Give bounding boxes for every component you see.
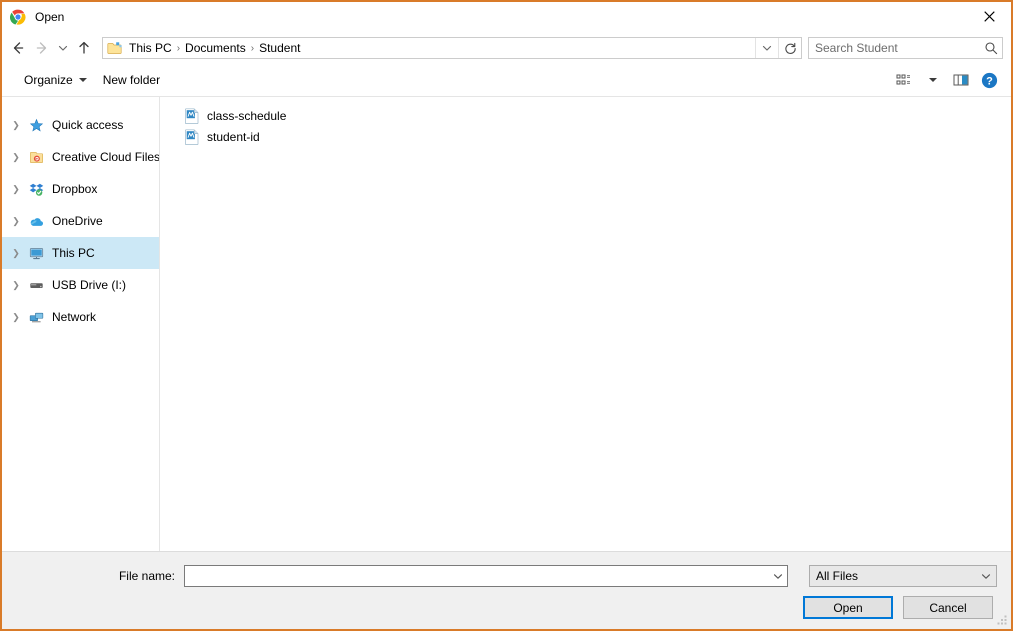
svg-text:?: ? [986, 75, 993, 87]
address-bar-row: This PC › Documents › Student [2, 32, 1011, 64]
sidebar-item-network[interactable]: ❯ Network [2, 301, 159, 333]
recent-locations-button[interactable] [54, 36, 72, 60]
creative-cloud-icon [28, 149, 44, 165]
arrow-right-icon [36, 42, 47, 54]
file-type-value: All Files [816, 569, 859, 583]
star-icon [28, 117, 44, 133]
monitor-icon [28, 245, 44, 261]
sidebar-item-onedrive[interactable]: ❯ OneDrive [2, 205, 159, 237]
refresh-button[interactable] [778, 38, 801, 58]
chevron-right-icon[interactable]: ❯ [8, 248, 24, 259]
folder-icon [107, 40, 123, 56]
search-box[interactable] [808, 37, 1003, 59]
view-layout-icon [896, 74, 910, 85]
chevron-down-icon [58, 45, 68, 51]
back-button[interactable] [6, 36, 30, 60]
sidebar-item-this-pc[interactable]: ❯ This PC [2, 237, 159, 269]
chrome-icon [9, 9, 26, 25]
preview-pane-icon [953, 74, 969, 86]
preview-pane-button[interactable] [947, 68, 975, 92]
list-item[interactable]: class-schedule [180, 105, 400, 126]
file-list[interactable]: class-schedule student-id [160, 97, 1011, 551]
chevron-down-icon[interactable] [769, 570, 787, 582]
navigation-pane: ❯ Quick access ❯ Creative Cloud Files ❯ … [2, 97, 160, 551]
sidebar-item-creative-cloud-files[interactable]: ❯ Creative Cloud Files [2, 141, 159, 173]
sidebar-item-label: OneDrive [52, 214, 103, 228]
open-file-dialog: Open This PC › Documents › Student Searc… [0, 0, 1013, 631]
breadcrumb-item-1[interactable]: Documents [181, 41, 250, 55]
dropbox-icon [28, 181, 44, 197]
file-name-label: File name: [118, 569, 175, 583]
chevron-right-icon[interactable]: ❯ [8, 312, 24, 323]
sidebar-item-usb-drive[interactable]: ❯ USB Drive (I:) [2, 269, 159, 301]
address-bar[interactable]: This PC › Documents › Student [102, 37, 802, 59]
list-item[interactable]: student-id [180, 126, 400, 147]
dialog-body: ❯ Quick access ❯ Creative Cloud Files ❯ … [2, 97, 1011, 551]
file-name-combobox[interactable] [184, 565, 788, 587]
chevron-right-icon[interactable]: ❯ [8, 152, 24, 163]
cancel-button[interactable]: Cancel [903, 596, 993, 619]
close-button[interactable] [967, 2, 1011, 31]
file-name-input[interactable] [185, 568, 769, 584]
title-bar: Open [2, 2, 1011, 32]
view-layout-button[interactable] [891, 68, 919, 92]
word-document-icon [184, 128, 200, 145]
breadcrumb-item-0[interactable]: This PC [125, 41, 176, 55]
sidebar-item-dropbox[interactable]: ❯ Dropbox [2, 173, 159, 205]
onedrive-cloud-icon [28, 213, 44, 229]
file-type-select[interactable]: All Files [809, 565, 997, 587]
network-icon [28, 309, 44, 325]
chevron-right-icon[interactable]: ❯ [8, 280, 24, 291]
new-folder-button[interactable]: New folder [95, 69, 168, 91]
chevron-down-icon [78, 78, 87, 82]
word-document-icon [184, 107, 200, 124]
up-button[interactable] [72, 36, 96, 60]
chevron-down-icon [762, 45, 772, 51]
dialog-footer: File name: All Files Open Cancel [2, 551, 1011, 629]
refresh-icon [784, 42, 796, 54]
sidebar-item-label: Dropbox [52, 182, 98, 196]
organize-button[interactable]: Organize [16, 69, 95, 91]
close-icon [983, 11, 995, 22]
sidebar-item-label: Network [52, 310, 97, 324]
file-name-label: class-schedule [207, 108, 287, 123]
view-dropdown-button[interactable] [919, 68, 947, 92]
resize-grip[interactable] [996, 614, 1008, 626]
chevron-right-icon[interactable]: ❯ [8, 120, 24, 131]
help-button[interactable]: ? [975, 68, 1003, 92]
dialog-buttons: Open Cancel [803, 596, 993, 619]
breadcrumb: This PC › Documents › Student [103, 40, 755, 56]
arrow-left-icon [13, 42, 24, 54]
command-toolbar: Organize New folder ? [2, 64, 1011, 97]
chevron-right-icon[interactable]: ❯ [8, 216, 24, 227]
sidebar-item-quick-access[interactable]: ❯ Quick access [2, 109, 159, 141]
file-name-label: student-id [207, 129, 260, 144]
arrow-up-icon [79, 41, 89, 54]
new-folder-label: New folder [102, 73, 161, 87]
forward-button[interactable] [30, 36, 54, 60]
search-input[interactable] [809, 40, 980, 56]
sidebar-item-label: Creative Cloud Files [52, 150, 160, 164]
chevron-down-icon [929, 78, 937, 82]
organize-label: Organize [24, 73, 73, 87]
usb-drive-icon [28, 277, 44, 293]
breadcrumb-item-2[interactable]: Student [255, 41, 304, 55]
chevron-down-icon [976, 570, 996, 582]
help-icon: ? [981, 72, 997, 88]
sidebar-item-label: Quick access [52, 118, 124, 132]
window-title: Open [35, 10, 65, 24]
sidebar-item-label: USB Drive (I:) [52, 278, 127, 292]
open-button[interactable]: Open [803, 596, 893, 619]
address-dropdown-button[interactable] [755, 38, 778, 58]
sidebar-item-label: This PC [52, 246, 95, 260]
chevron-right-icon[interactable]: ❯ [8, 184, 24, 195]
search-icon [980, 41, 1002, 55]
